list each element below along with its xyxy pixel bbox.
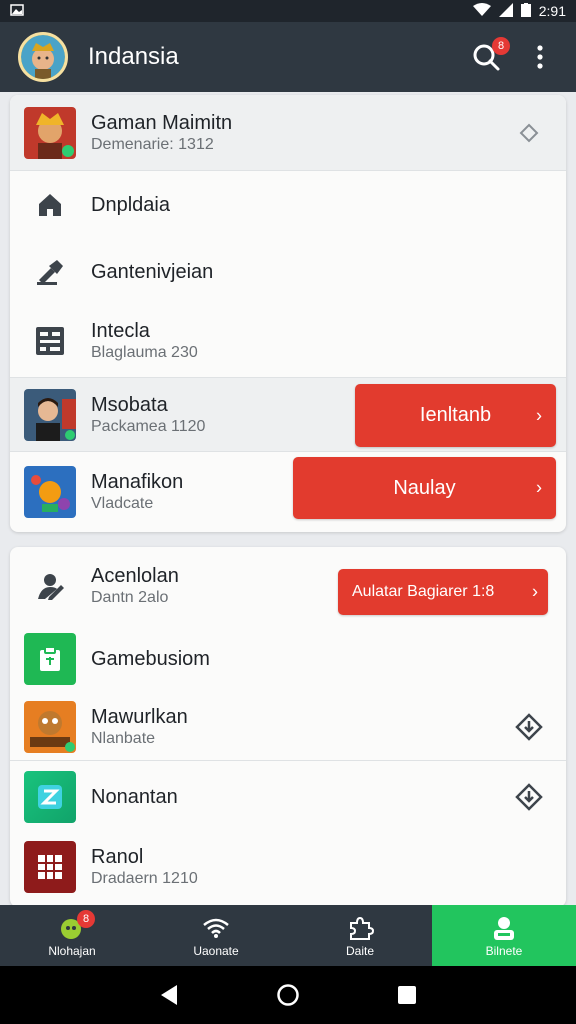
- gavel-icon: [24, 246, 76, 298]
- offer-subtitle: Packamea 1120: [91, 417, 206, 435]
- menu-item-subtitle: Blaglauma 230: [91, 344, 198, 361]
- user-icon: [489, 914, 519, 942]
- status-left: [10, 3, 24, 19]
- nav-item-date[interactable]: Daite: [288, 905, 432, 966]
- offer-title: Msobata: [91, 393, 168, 416]
- offer-button-2[interactable]: Naulay ›: [293, 457, 556, 519]
- page-title: Indansia: [88, 43, 179, 70]
- search-button[interactable]: 8: [468, 37, 510, 75]
- offer-button-1[interactable]: Ienltanb ›: [355, 384, 556, 447]
- game-thumbnail: [24, 388, 76, 441]
- list-item-2[interactable]: Gamebusiom: [10, 625, 566, 693]
- menu-item-grid[interactable]: Intecla Blaglauma 230: [10, 305, 566, 378]
- offer-row-1[interactable]: Msobata Packamea 1120 Ienltanb ›: [10, 378, 566, 452]
- profile-title: Gaman Maimitn: [91, 111, 233, 134]
- menu-item-label: Intecla: [91, 320, 150, 342]
- user-edit-icon: [24, 560, 76, 612]
- game-thumbnail: [24, 700, 76, 753]
- app-icon-green: [24, 633, 76, 685]
- app-bar: Indansia 8: [0, 22, 576, 92]
- list-item-3[interactable]: Mawurlkan Nlanbate: [10, 693, 566, 761]
- status-bar: 2:91: [0, 0, 576, 22]
- home-button[interactable]: [270, 977, 306, 1013]
- nav-label: Bilnete: [485, 943, 523, 958]
- list-item-title: Gamebusiom: [91, 648, 210, 670]
- nav-item-wifi[interactable]: Uaonate: [144, 905, 288, 966]
- more-vertical-icon: [537, 45, 543, 69]
- list-item-title: Ranol: [91, 846, 144, 868]
- notification-badge: 8: [492, 37, 510, 55]
- list-item-subtitle: Dantn 2alo: [91, 589, 169, 606]
- offer-button-label: Naulay: [393, 476, 456, 499]
- list-item-action-button[interactable]: Aulatar Bagiarer 1:8 ›: [338, 569, 548, 615]
- list-item-1[interactable]: Acenlolan Dantn 2alo Aulatar Bagiarer 1:…: [10, 547, 566, 625]
- download-icon: [515, 713, 543, 741]
- list-card: Acenlolan Dantn 2alo Aulatar Bagiarer 1:…: [10, 547, 566, 907]
- home-circle-icon: [277, 984, 299, 1006]
- chevron-right-icon: ›: [536, 405, 542, 425]
- chevron-right-icon: ›: [536, 477, 542, 498]
- app-icon-z: [24, 771, 76, 823]
- profile-texts: Gaman Maimitn Demenarie: 1312: [91, 111, 232, 155]
- menu-item-gavel[interactable]: Gantenivjeian: [10, 239, 566, 305]
- main-card: Gaman Maimitn Demenarie: 1312 Dnpldaia G…: [10, 95, 566, 532]
- profile-subtitle: Demenarie: 1312: [91, 135, 214, 153]
- nav-label: Uaonate: [193, 943, 239, 958]
- offer-title: Manafikon: [91, 471, 184, 493]
- recents-square-icon: [397, 986, 416, 1004]
- nav-item-profile[interactable]: Bilnete: [432, 905, 576, 966]
- list-item-title: Mawurlkan: [91, 705, 188, 728]
- nav-label: Daite: [345, 943, 374, 958]
- offer-subtitle: Vladcate: [91, 495, 154, 512]
- game-controller-icon: 8: [57, 909, 95, 942]
- wifi-icon: [472, 2, 491, 20]
- diamond-icon: [519, 123, 539, 143]
- image-notification-icon: [10, 3, 24, 19]
- list-item-action-label: Aulatar Bagiarer 1:8: [352, 583, 495, 600]
- list-item-subtitle: Dradaern 1210: [91, 870, 198, 887]
- offer-row-2[interactable]: Manafikon Vladcate Naulay ›: [10, 452, 566, 532]
- profile-header[interactable]: Gaman Maimitn Demenarie: 1312: [10, 95, 566, 171]
- more-options-button[interactable]: [522, 39, 558, 75]
- menu-item-label: Gantenivjeian: [91, 261, 214, 283]
- battery-icon: [520, 2, 531, 20]
- menu-item-home[interactable]: Dnpldaia: [10, 171, 566, 239]
- list-item-subtitle: Nlanbate: [91, 729, 156, 747]
- menu-item-label: Dnpldaia: [91, 194, 170, 216]
- chevron-right-icon: ›: [532, 581, 538, 602]
- list-item-4[interactable]: Nonantan: [10, 761, 566, 833]
- status-right: 2:91: [472, 2, 566, 20]
- system-nav-bar: [0, 966, 576, 1024]
- recents-button[interactable]: [389, 977, 425, 1013]
- expand-button[interactable]: [514, 118, 544, 148]
- list-item-title: Acenlolan: [91, 565, 179, 587]
- grid-icon: [24, 315, 76, 367]
- download-icon: [515, 783, 543, 811]
- puzzle-icon: [345, 914, 375, 942]
- bottom-nav: 8 Nlohajan Uaonate Daite Bilnete: [0, 905, 576, 966]
- avatar[interactable]: [18, 32, 68, 82]
- signal-icon: [498, 2, 513, 20]
- status-time: 2:91: [538, 3, 566, 19]
- game-thumbnail: [24, 466, 76, 518]
- download-button[interactable]: [514, 782, 544, 812]
- back-button[interactable]: [151, 977, 187, 1013]
- home-icon: [24, 179, 76, 231]
- wifi-icon: [201, 914, 231, 942]
- game-thumbnail: [24, 106, 76, 159]
- list-item-5[interactable]: Ranol Dradaern 1210: [10, 833, 566, 901]
- nav-label: Nlohajan: [48, 943, 96, 958]
- download-button[interactable]: [514, 712, 544, 742]
- offer-button-label: Ienltanb: [419, 404, 492, 426]
- nav-badge: 8: [77, 909, 95, 928]
- back-triangle-icon: [161, 985, 178, 1005]
- game-thumb-red: [24, 841, 76, 893]
- list-item-title: Nonantan: [91, 786, 178, 808]
- nav-item-home[interactable]: 8 Nlohajan: [0, 905, 144, 966]
